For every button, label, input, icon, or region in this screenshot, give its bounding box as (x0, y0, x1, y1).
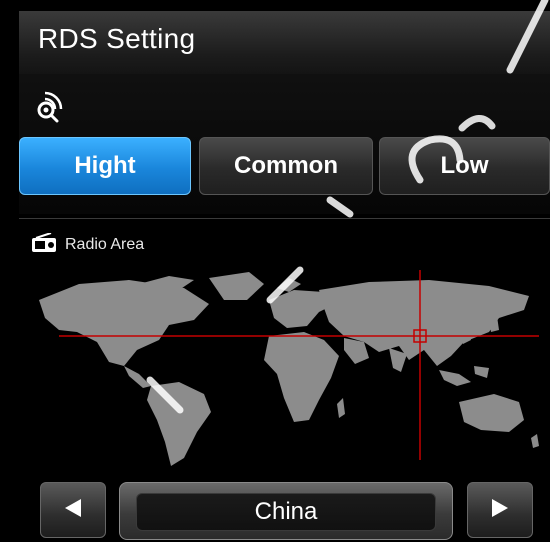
world-map[interactable] (19, 270, 550, 470)
signal-search-icon (33, 91, 65, 123)
page-title: RDS Setting (38, 23, 196, 54)
rds-setting-screen: RDS Setting Hight Common Low Radio Area … (0, 0, 550, 542)
radio-area-header: Radio Area (31, 231, 145, 258)
region-selector: China (19, 476, 550, 542)
world-map-landmass (39, 272, 539, 466)
region-display: China (119, 482, 453, 540)
section-divider (19, 218, 550, 219)
selected-region: China (136, 493, 436, 531)
prev-region-button[interactable] (40, 482, 106, 538)
arrow-right-icon (488, 496, 512, 525)
radio-area-label: Radio Area (65, 236, 145, 253)
sensitivity-high-label: Hight (74, 152, 136, 179)
title-bar: RDS Setting (19, 11, 550, 75)
sensitivity-common-label: Common (234, 152, 338, 179)
radio-icon (31, 231, 57, 258)
sensitivity-section: Hight Common Low (19, 74, 550, 214)
sensitivity-low-button[interactable]: Low (379, 137, 550, 195)
sensitivity-low-label: Low (440, 152, 489, 179)
sensitivity-high-button[interactable]: Hight (19, 137, 191, 195)
sensitivity-common-button[interactable]: Common (199, 137, 373, 195)
arrow-left-icon (61, 496, 85, 525)
next-region-button[interactable] (467, 482, 533, 538)
